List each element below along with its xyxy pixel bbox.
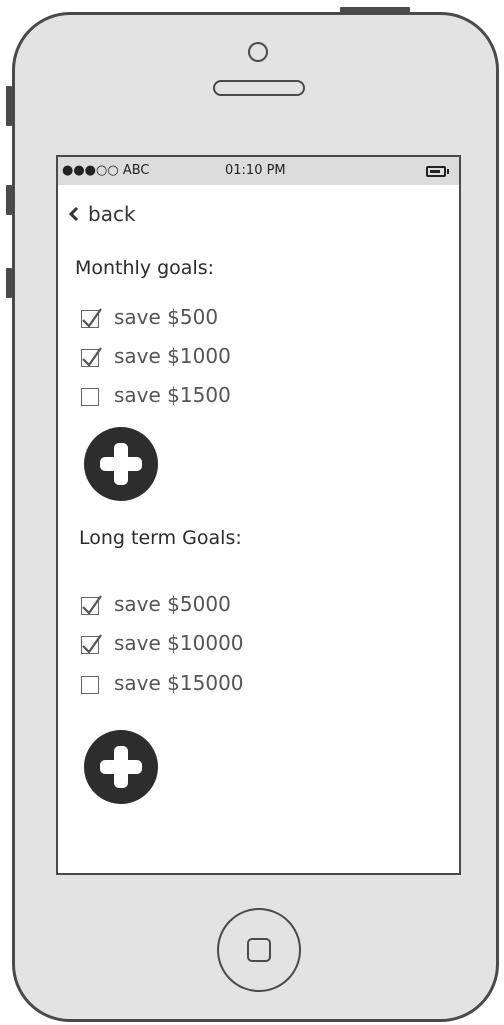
goal-item: save $1000 (80, 342, 231, 370)
goal-label: save $1000 (114, 344, 231, 368)
goal-checkbox[interactable] (80, 593, 102, 615)
carrier-signal: ●●●○○ ABC (62, 163, 150, 178)
goal-label: save $500 (114, 305, 219, 329)
goal-label: save $10000 (114, 631, 244, 655)
goal-label: save $1500 (114, 383, 231, 407)
volume-up-button (6, 185, 12, 215)
plus-circle-icon (100, 746, 142, 788)
goal-checkbox[interactable] (80, 672, 102, 694)
power-button (340, 7, 410, 13)
volume-down-button (6, 268, 12, 298)
plus-circle-icon (100, 443, 142, 485)
back-button[interactable]: back (68, 201, 136, 227)
checkmark-icon (82, 347, 102, 367)
goal-checkbox[interactable] (80, 384, 102, 406)
home-button-icon (247, 938, 271, 962)
add-monthly-goal-button[interactable] (84, 427, 158, 501)
goal-checkbox[interactable] (80, 345, 102, 367)
screen: ●●●○○ ABC 01:10 PM back Monthly goals: s… (56, 155, 461, 875)
goal-item: save $500 (80, 303, 218, 331)
back-label: back (88, 202, 136, 226)
goal-label: save $5000 (114, 592, 231, 616)
silent-switch (6, 86, 12, 126)
checkmark-icon (82, 308, 102, 328)
goal-item: save $15000 (80, 669, 244, 697)
checkmark-icon (82, 634, 102, 654)
long-term-goals-heading: Long term Goals: (79, 527, 242, 549)
goal-checkbox[interactable] (80, 306, 102, 328)
goal-label: save $15000 (114, 671, 244, 695)
chevron-left-icon (68, 206, 79, 222)
monthly-goals-heading: Monthly goals: (75, 257, 215, 279)
add-long-term-goal-button[interactable] (84, 730, 158, 804)
goal-item: save $1500 (80, 381, 231, 409)
status-bar: ●●●○○ ABC 01:10 PM (58, 157, 459, 185)
checkmark-icon (82, 595, 102, 615)
goal-item: save $5000 (80, 590, 231, 618)
goal-item: save $10000 (80, 629, 244, 657)
goal-checkbox[interactable] (80, 632, 102, 654)
earpiece-speaker (213, 80, 305, 96)
battery-icon (426, 166, 446, 177)
battery-nub (447, 169, 449, 174)
status-time: 01:10 PM (225, 163, 286, 178)
front-camera (248, 42, 268, 62)
